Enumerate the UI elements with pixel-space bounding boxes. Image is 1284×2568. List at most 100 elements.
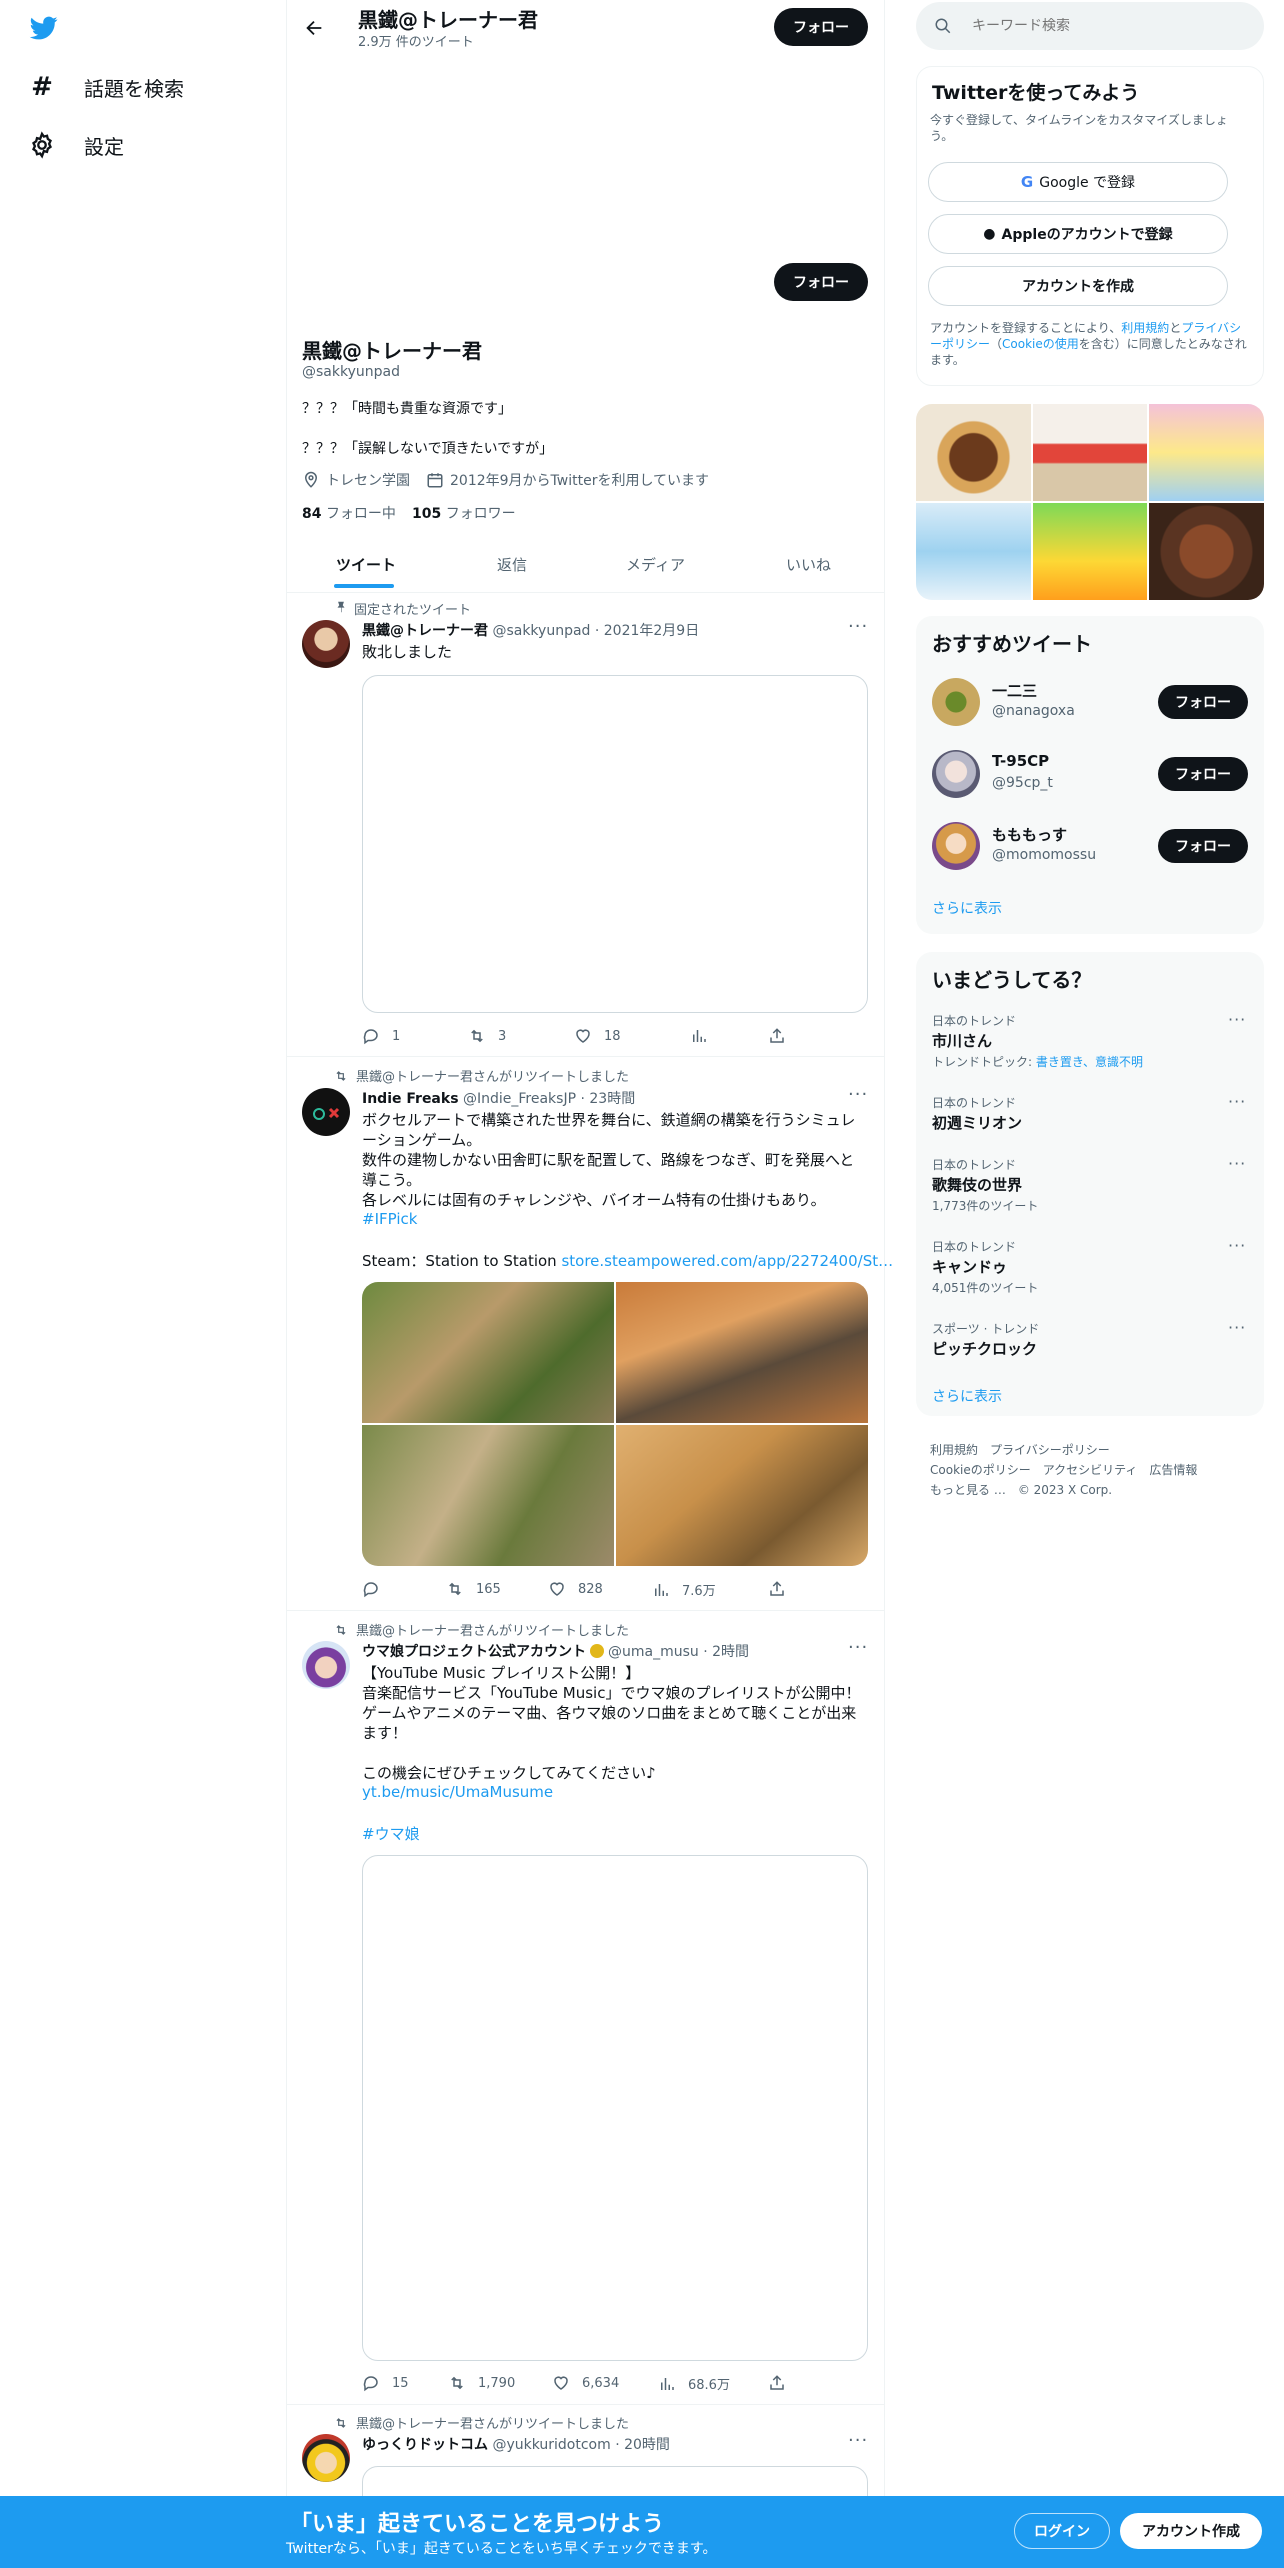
recommend-user-name[interactable]: T-95CP: [992, 752, 1049, 770]
back-arrow-icon[interactable]: [300, 14, 328, 42]
tweet-divider: [287, 1056, 884, 1057]
trend-topic: トレンドトピック: 書き置き、意識不明: [932, 1053, 1143, 1070]
tweet-media-card[interactable]: [362, 1855, 868, 2361]
twitter-logo-icon[interactable]: [28, 14, 60, 42]
tweet-media-card[interactable]: [362, 675, 868, 1013]
trend-more-icon[interactable]: ···: [1228, 1318, 1246, 1337]
trends-show-more[interactable]: さらに表示: [932, 1386, 1002, 1406]
external-link[interactable]: yt.be/music/UmaMusume: [362, 1783, 553, 1801]
main-column-left-border: [286, 0, 287, 2568]
retweet-button[interactable]: 3: [468, 1027, 506, 1045]
like-button[interactable]: 6,634: [552, 2374, 619, 2392]
avatar[interactable]: [932, 822, 980, 870]
recommend-follow-button[interactable]: フォロー: [1158, 757, 1248, 791]
banner-login-button[interactable]: ログイン: [1014, 2513, 1110, 2549]
hashtag-link[interactable]: #IFPick: [362, 1210, 417, 1228]
share-button[interactable]: [768, 2374, 786, 2392]
trend-more-icon[interactable]: ···: [1228, 1010, 1246, 1029]
game-screenshot-image[interactable]: [616, 1282, 868, 1423]
header-follow-button[interactable]: フォロー: [774, 8, 868, 46]
game-screenshot-image[interactable]: [362, 1425, 614, 1566]
nav-explore[interactable]: # 話題を検索: [28, 70, 184, 104]
trend-name[interactable]: キャンドゥ: [932, 1256, 1007, 1277]
tab-replies[interactable]: 返信: [497, 554, 527, 575]
avatar[interactable]: [302, 2434, 350, 2482]
trend-more-icon[interactable]: ···: [1228, 1154, 1246, 1173]
followers-link[interactable]: 105 フォロワー: [412, 503, 516, 523]
trend-topic-link[interactable]: 書き置き、意識不明: [1036, 1055, 1143, 1069]
game-screenshot-image[interactable]: [362, 1282, 614, 1423]
nav-settings[interactable]: 設定: [28, 128, 124, 162]
media-thumbnail[interactable]: [916, 404, 1031, 501]
recommend-follow-button[interactable]: フォロー: [1158, 685, 1248, 719]
avatar[interactable]: [302, 1088, 350, 1136]
hashtag-link[interactable]: #ウマ娘: [362, 1823, 420, 1844]
avatar[interactable]: [302, 620, 350, 668]
views-button[interactable]: [690, 1027, 708, 1045]
trend-name[interactable]: 歌舞伎の世界: [932, 1174, 1022, 1195]
tweet-author-name[interactable]: ゆっくりドットコム: [362, 2437, 488, 2453]
heart-icon: [554, 2376, 568, 2390]
media-thumbnail[interactable]: [1149, 404, 1264, 501]
reply-count: 1: [392, 1028, 401, 1044]
tab-media[interactable]: メディア: [626, 554, 685, 575]
footer-link[interactable]: プライバシーポリシー: [990, 1443, 1110, 1457]
share-button[interactable]: [768, 1027, 786, 1045]
trend-name[interactable]: 初週ミリオン: [932, 1112, 1022, 1133]
google-signup-button[interactable]: G Google で登録: [928, 162, 1228, 202]
tab-tweets[interactable]: ツイート: [336, 554, 396, 575]
media-thumbnail[interactable]: [1032, 503, 1148, 600]
views-button[interactable]: 7.6万: [652, 1580, 716, 1599]
more-icon[interactable]: ···: [848, 1084, 868, 1105]
tab-likes[interactable]: いいね: [786, 554, 831, 575]
footer-link[interactable]: Cookieのポリシー: [930, 1463, 1031, 1477]
more-icon[interactable]: ···: [848, 2430, 868, 2451]
more-icon[interactable]: ···: [848, 616, 868, 637]
following-link[interactable]: 84 フォロー中: [302, 503, 396, 523]
views-button[interactable]: 68.6万: [658, 2374, 730, 2393]
tweet-photo-grid[interactable]: [362, 1282, 868, 1566]
recommend-show-more[interactable]: さらに表示: [932, 898, 1002, 918]
reply-button[interactable]: 1: [362, 1027, 400, 1045]
tweet-author-name[interactable]: ウマ娘プロジェクト公式アカウント: [362, 1641, 586, 1661]
create-account-button[interactable]: アカウントを作成: [928, 266, 1228, 306]
trend-name[interactable]: 市川さん: [932, 1030, 992, 1051]
reply-button[interactable]: [362, 1580, 392, 1598]
like-button[interactable]: 828: [548, 1580, 603, 1598]
media-thumbnail[interactable]: [1149, 503, 1264, 600]
tweet-author-name[interactable]: 黒鐵@トレーナー君: [362, 623, 488, 639]
banner-signup-button[interactable]: アカウント作成: [1120, 2513, 1262, 2549]
game-screenshot-image[interactable]: [616, 1425, 868, 1566]
main-column-right-border: [884, 0, 885, 2568]
like-button[interactable]: 18: [574, 1027, 621, 1045]
recommend-user-name[interactable]: もももっす: [992, 824, 1067, 845]
nav-settings-label: 設定: [84, 134, 124, 159]
search-box[interactable]: [916, 2, 1264, 50]
more-icon[interactable]: ···: [848, 1637, 868, 1658]
footer-link[interactable]: 利用規約: [930, 1443, 978, 1457]
terms-link[interactable]: 利用規約: [1121, 321, 1169, 335]
media-thumbnail[interactable]: [1032, 404, 1148, 501]
media-thumbnail[interactable]: [916, 503, 1031, 600]
footer-link[interactable]: アクセシビリティ: [1043, 1463, 1138, 1477]
retweet-button[interactable]: 165: [446, 1580, 501, 1598]
recommend-follow-button[interactable]: フォロー: [1158, 829, 1248, 863]
steam-link[interactable]: store.steampowered.com/app/2272400/St…: [561, 1252, 893, 1270]
search-input[interactable]: [972, 18, 1232, 34]
cookie-link[interactable]: Cookieの使用: [1002, 337, 1079, 351]
trend-name[interactable]: ピッチクロック: [932, 1338, 1037, 1359]
retweet-button[interactable]: 1,790: [448, 2374, 515, 2392]
footer-link[interactable]: もっと見る …: [930, 1483, 1006, 1497]
apple-signup-button[interactable]: ● Appleのアカウントで登録: [928, 214, 1228, 254]
avatar[interactable]: [302, 1641, 350, 1689]
recommend-user-name[interactable]: 一二三: [992, 680, 1037, 701]
footer-link[interactable]: 広告情報: [1149, 1463, 1197, 1477]
trend-more-icon[interactable]: ···: [1228, 1092, 1246, 1111]
profile-follow-button[interactable]: フォロー: [774, 263, 868, 301]
reply-button[interactable]: 15: [362, 2374, 409, 2392]
avatar[interactable]: [932, 750, 980, 798]
tweet-author-name[interactable]: Indie Freaks: [362, 1091, 459, 1107]
avatar[interactable]: [932, 678, 980, 726]
trend-more-icon[interactable]: ···: [1228, 1236, 1246, 1255]
share-button[interactable]: [768, 1580, 786, 1598]
